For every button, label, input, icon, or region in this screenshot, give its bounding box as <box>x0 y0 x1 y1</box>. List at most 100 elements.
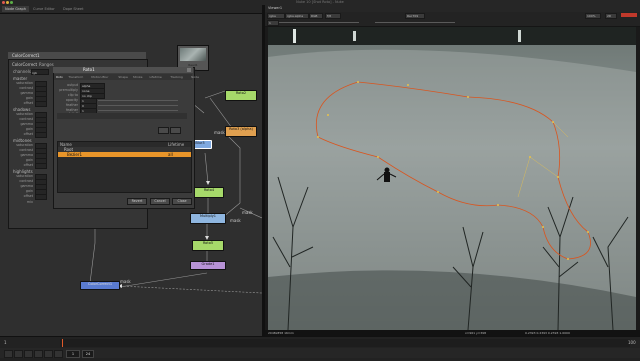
invert-toggle[interactable] <box>170 127 181 134</box>
viewer-tab-bar: Viewer1 <box>265 5 640 12</box>
fps-field[interactable]: 24 <box>82 350 94 358</box>
gamma-slider[interactable] <box>375 22 455 23</box>
visible-toggle[interactable] <box>158 127 169 134</box>
cc-row-field[interactable] <box>35 194 47 200</box>
cc-row-field[interactable] <box>35 101 47 107</box>
node-roto5[interactable]: Roto5 <box>192 240 224 251</box>
cc-row-field[interactable] <box>35 163 47 169</box>
roto-row-label: output <box>67 83 78 87</box>
channels-value: rgb <box>32 71 37 75</box>
tab-node-graph[interactable]: Node Graph <box>2 6 29 12</box>
node-roto3[interactable]: Roto3 (alpha) <box>225 126 257 137</box>
cc-row-label: offset <box>23 132 33 136</box>
roto-tab-bar: Roto Transform Motion Blur Shape Stroke Lifet… <box>54 74 199 80</box>
node-label-multiply1: Multiply1 <box>199 214 217 218</box>
curve-lifetime-bezier1: all <box>168 152 173 157</box>
curve-row-bezier1[interactable]: Bezier1 all <box>58 152 191 157</box>
cancel-button[interactable]: Cancel <box>150 198 170 205</box>
roto-tab-lifetime[interactable]: Lifetime <box>150 75 162 80</box>
roto-row-slider[interactable] <box>98 105 178 106</box>
cc-row-label: saturation <box>16 81 33 85</box>
curves-list: Name Lifetime Root Bezier1 all <box>57 141 192 193</box>
first-frame-button[interactable] <box>4 350 13 358</box>
edge-label-mask: mask <box>214 130 225 135</box>
node-label-roto3: Roto3 (alpha) <box>229 127 253 131</box>
ice-rink-image <box>268 27 636 330</box>
roto-tab-tracking[interactable]: Tracking <box>170 75 183 80</box>
colorcorrect-panel-title: ColorCorrect1 <box>12 53 40 58</box>
tab-ranges[interactable]: Ranges <box>39 62 54 67</box>
roto-tab-transform[interactable]: Transform <box>68 75 83 80</box>
cc-row-label: offset <box>23 194 33 198</box>
cc-row-label: contrast <box>19 179 33 183</box>
tab-curve-editor[interactable]: Curve Editor <box>30 6 58 12</box>
cc-row-label: gain <box>25 189 33 193</box>
play-backward-button[interactable] <box>24 350 33 358</box>
node-label-grade1: Grade1 <box>201 262 215 266</box>
node-grade1[interactable]: Grade1 <box>190 261 226 270</box>
cc-row-label: gamma <box>20 184 33 188</box>
record-indicator <box>621 13 637 17</box>
cc-row-field[interactable] <box>35 132 47 138</box>
roto-row-slider[interactable] <box>98 110 178 111</box>
node-label-roto4: Roto4 <box>203 188 215 192</box>
roto-tab-node[interactable]: Node <box>191 75 199 80</box>
close-icon[interactable] <box>187 68 191 72</box>
cc-mix-label: mix <box>26 200 33 204</box>
cc-row-label: offset <box>23 163 33 167</box>
cc-row-label: saturation <box>16 112 33 116</box>
roto-row-label: feather <box>66 103 78 107</box>
gain-slider[interactable] <box>279 22 359 23</box>
node-label-roto5: Roto5 <box>202 241 214 245</box>
viewer-toolbar-bottom: 1 <box>265 19 640 27</box>
revert-button[interactable]: Revert <box>127 198 147 205</box>
next-keyframe-button[interactable] <box>44 350 53 358</box>
timeline-start: 1 <box>4 340 7 345</box>
cc-row-label: saturation <box>16 143 33 147</box>
roto-row-label: premultiply <box>59 88 78 92</box>
close-button[interactable]: Close <box>172 198 192 205</box>
channels-select[interactable]: rgb <box>31 69 49 75</box>
cc-row-label: contrast <box>19 148 33 152</box>
playhead[interactable] <box>62 339 63 347</box>
node-roto2[interactable]: Roto2 <box>225 90 257 101</box>
node-roto4[interactable]: Roto4 <box>194 187 224 198</box>
colorcorrect-panel-header[interactable]: ColorCorrect1 <box>8 52 146 59</box>
coords-readout: x=961 y=398 <box>465 330 486 335</box>
roto-row-label: clip to <box>67 93 78 97</box>
read-thumbnail-image <box>180 48 206 61</box>
play-forward-button[interactable] <box>34 350 43 358</box>
frame-field[interactable]: 1 <box>267 20 279 26</box>
roto-tab-shape[interactable]: Shape <box>118 75 127 80</box>
tab-viewer1[interactable]: Viewer1 <box>268 6 282 11</box>
last-frame-button[interactable] <box>54 350 63 358</box>
cc-row-label: gamma <box>20 91 33 95</box>
edge-label-mask: mask <box>242 210 253 215</box>
curve-name-bezier1: Bezier1 <box>67 152 83 157</box>
roto-row-slider[interactable] <box>98 100 178 101</box>
tab-dope-sheet[interactable]: Dope Sheet <box>60 6 86 12</box>
roto-properties-header[interactable]: Roto1 <box>53 67 193 73</box>
roto-properties-title: Roto1 <box>83 67 95 72</box>
tab-colorcorrect[interactable]: ColorCorrect <box>12 62 37 67</box>
format-readout: 2048x858 16mm <box>268 330 294 335</box>
prev-keyframe-button[interactable] <box>14 350 23 358</box>
pixel-readout: 0.2393 0.2393 0.2393 1.0000 <box>525 330 570 335</box>
cc-row-label: contrast <box>19 86 33 90</box>
channels-label: channels <box>13 69 31 74</box>
roto-tab-roto[interactable]: Roto <box>56 75 63 80</box>
edge-label-mask: mask <box>120 279 131 284</box>
cc-row-label: gain <box>25 127 33 131</box>
node-multiply1[interactable]: Multiply1 <box>190 213 226 224</box>
node-label-blur3: Blur3 <box>195 141 205 145</box>
roto-tab-stroke[interactable]: Stroke <box>133 75 143 80</box>
cc-row-label: gamma <box>20 122 33 126</box>
cc-row-label: offset <box>23 101 33 105</box>
viewer-image[interactable] <box>268 27 636 330</box>
node-colorcorrect1[interactable]: ColorCorrect1 <box>80 281 120 290</box>
node-label-roto2: Roto2 <box>235 91 247 95</box>
cc-row-label: saturation <box>16 174 33 178</box>
roto-tab-motion-blur[interactable]: Motion Blur <box>91 75 108 80</box>
current-frame-field[interactable]: 1 <box>66 350 80 358</box>
timeline-ruler[interactable] <box>60 339 630 347</box>
